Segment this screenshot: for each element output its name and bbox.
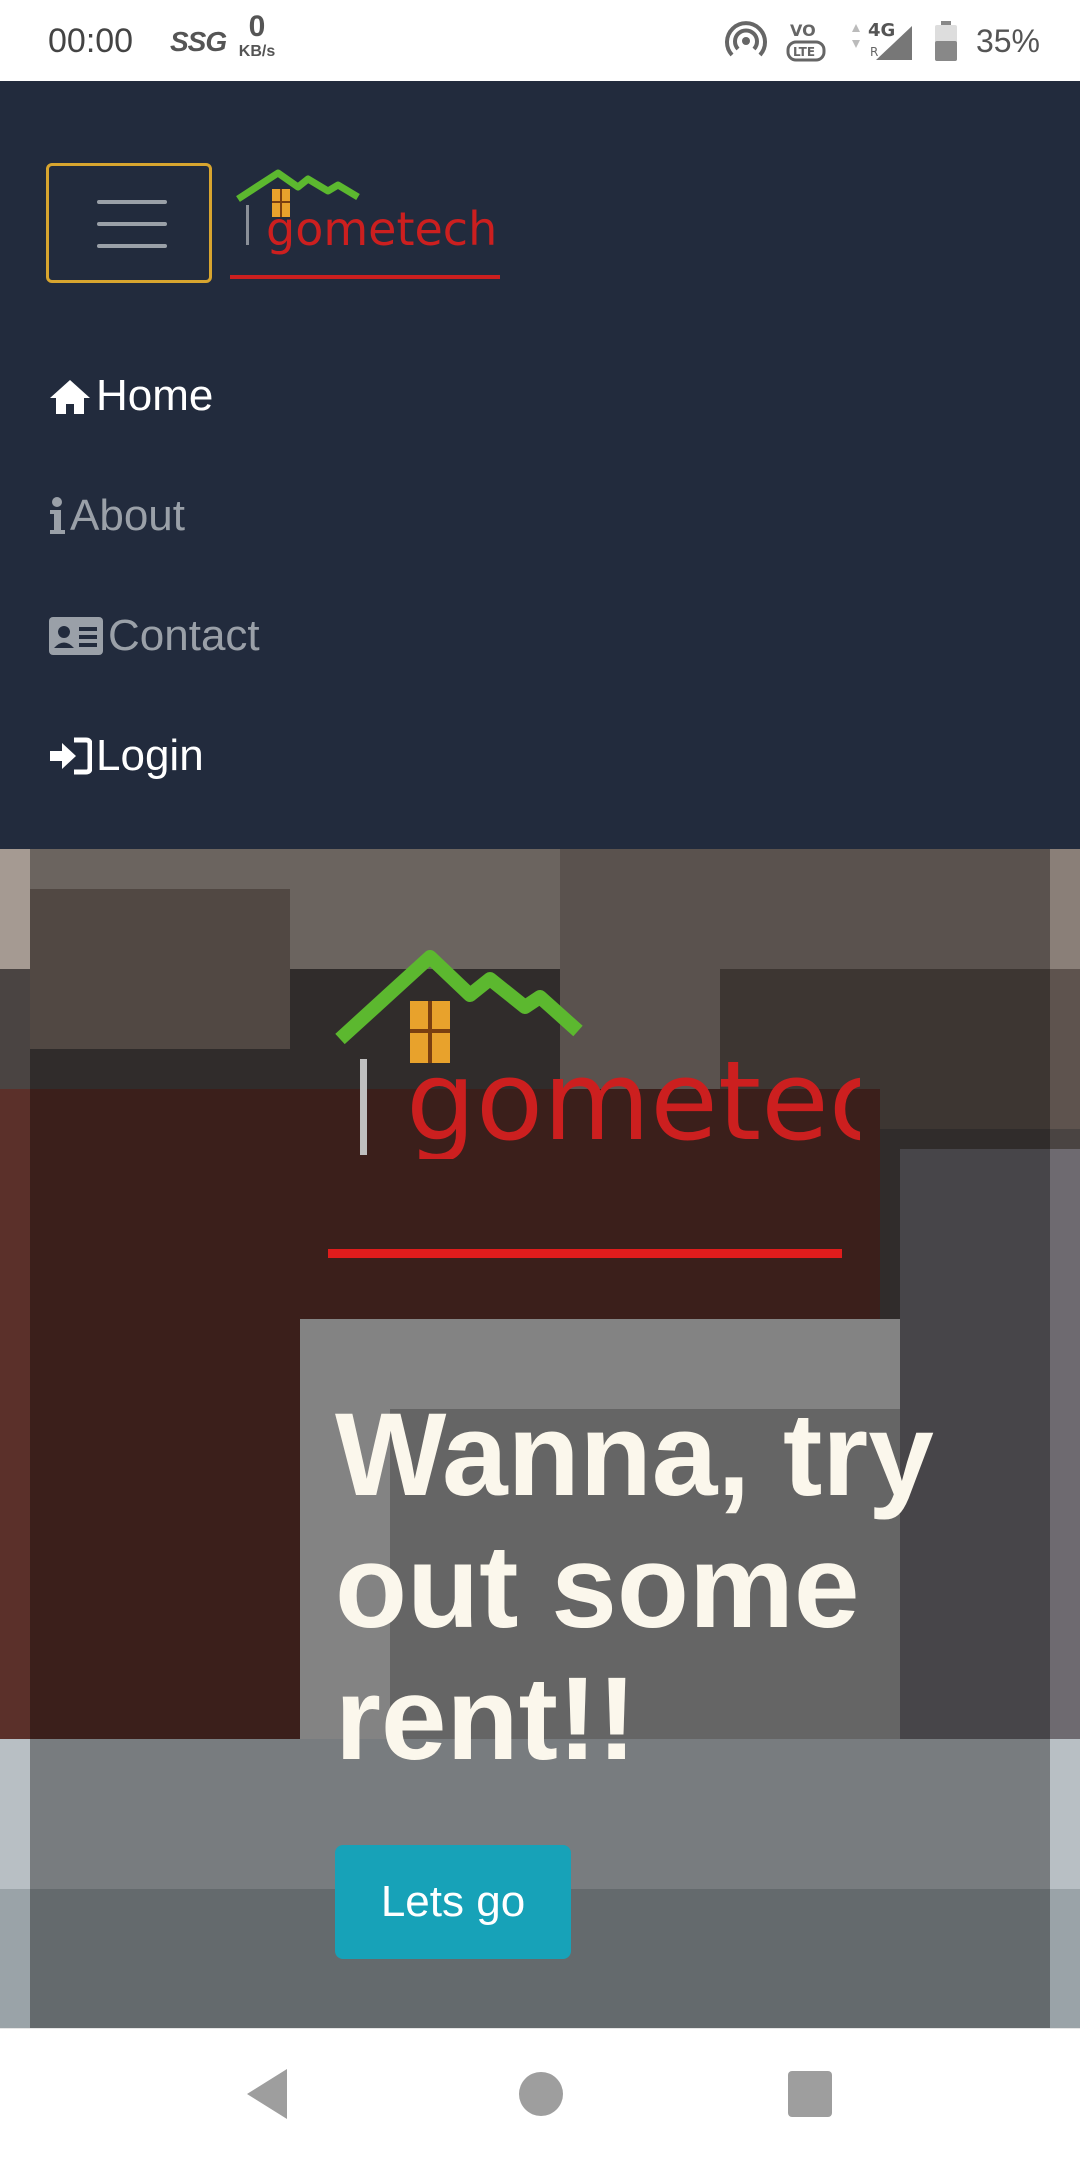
nav-link-contact[interactable]: Contact xyxy=(48,611,260,661)
svg-text:LTE: LTE xyxy=(793,45,815,59)
hamburger-line xyxy=(97,244,167,248)
hamburger-icon xyxy=(97,200,167,204)
battery-icon xyxy=(934,21,957,61)
nav-label-login: Login xyxy=(96,731,204,780)
signal-icon: 4G R xyxy=(851,20,912,60)
nav-label-home: Home xyxy=(96,371,214,420)
menu-toggle-button[interactable] xyxy=(46,163,212,283)
lets-go-button[interactable]: Lets go xyxy=(335,1845,571,1959)
nav-link-login[interactable]: Login xyxy=(48,731,204,781)
hero-heading: Wanna, try out some rent!! xyxy=(335,1389,934,1785)
back-icon[interactable] xyxy=(245,2067,289,2121)
brand-logo[interactable]: gometech xyxy=(228,161,504,287)
nav-label-about: About xyxy=(70,491,185,540)
nav-link-home[interactable]: Home xyxy=(48,371,213,421)
hamburger-line xyxy=(97,222,167,226)
info-icon xyxy=(50,497,65,534)
svg-text:R: R xyxy=(870,45,878,59)
home-icon xyxy=(50,380,90,414)
navbar: gometech Home About Contact Login xyxy=(0,81,1080,849)
status-carrier: SSG xyxy=(170,26,227,57)
hero-logo-underline xyxy=(328,1249,842,1258)
sign-in-icon xyxy=(50,737,92,775)
battery-percent: 35% xyxy=(975,22,1040,59)
hotspot-icon xyxy=(724,21,767,57)
nav-label-contact: Contact xyxy=(108,611,260,660)
nav-link-about[interactable]: About xyxy=(48,491,185,541)
speed-unit: KB/s xyxy=(238,43,276,60)
system-navigation-bar xyxy=(0,2028,1080,2161)
svg-text:VO: VO xyxy=(790,21,816,40)
hero-logo: gometech xyxy=(335,950,860,1159)
home-circle-icon[interactable] xyxy=(518,2067,564,2121)
hero-logo-text: gometech xyxy=(406,1037,860,1159)
address-card-icon xyxy=(49,617,103,655)
status-icons: VO LTE 4G R 35% xyxy=(724,14,1040,68)
status-time: 00:00 xyxy=(48,22,134,60)
network-speed: 0 KB/s xyxy=(232,12,282,60)
brand-logo-text: gometech xyxy=(266,202,497,256)
recents-icon[interactable] xyxy=(786,2067,834,2121)
volte-icon: VO LTE xyxy=(786,21,826,62)
speed-value: 0 xyxy=(248,10,266,43)
status-bar: 00:00 SSG 0 KB/s VO LTE 4G R 35% xyxy=(0,0,1080,81)
hero-section: gometech Wanna, try out some rent!! Lets… xyxy=(0,849,1080,2028)
network-type-label: 4G xyxy=(868,20,895,41)
